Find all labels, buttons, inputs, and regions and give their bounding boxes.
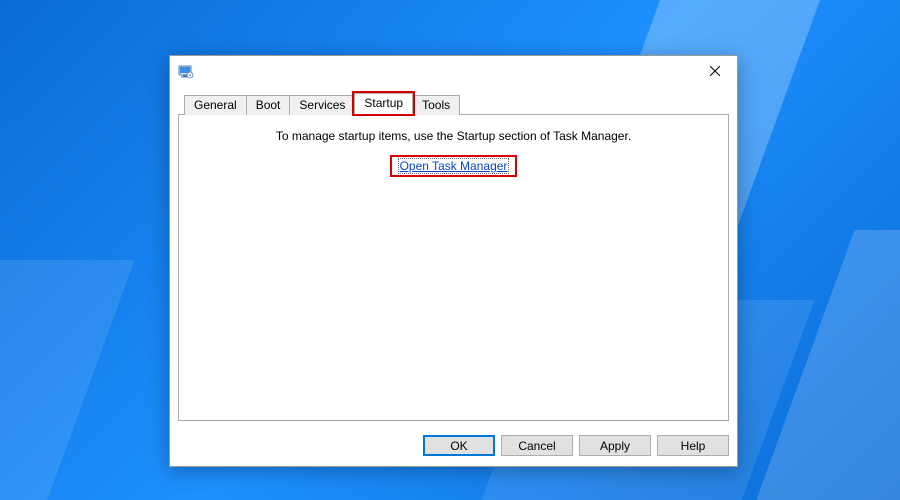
tab-row: General Boot Services Startup Tools	[178, 92, 729, 115]
tab-boot[interactable]: Boot	[246, 95, 291, 115]
cancel-button[interactable]: Cancel	[501, 435, 573, 456]
apply-button[interactable]: Apply	[579, 435, 651, 456]
button-bar: OK Cancel Apply Help	[170, 429, 737, 466]
titlebar[interactable]	[170, 56, 737, 86]
tab-services[interactable]: Services	[289, 95, 355, 115]
ok-button[interactable]: OK	[423, 435, 495, 456]
annotation-highlight-link: Open Task Manager	[392, 157, 516, 175]
tab-startup[interactable]: Startup	[354, 93, 413, 114]
tab-tools[interactable]: Tools	[412, 95, 460, 115]
desktop-background: General Boot Services Startup Tools To m…	[0, 0, 900, 500]
app-icon	[178, 63, 194, 79]
tab-content: To manage startup items, use the Startup…	[178, 115, 729, 421]
tab-general[interactable]: General	[184, 95, 247, 115]
close-button[interactable]	[692, 56, 737, 86]
startup-hint-text: To manage startup items, use the Startup…	[189, 129, 718, 143]
open-task-manager-link[interactable]: Open Task Manager	[398, 158, 510, 174]
msconfig-window: General Boot Services Startup Tools To m…	[169, 55, 738, 467]
help-button[interactable]: Help	[657, 435, 729, 456]
